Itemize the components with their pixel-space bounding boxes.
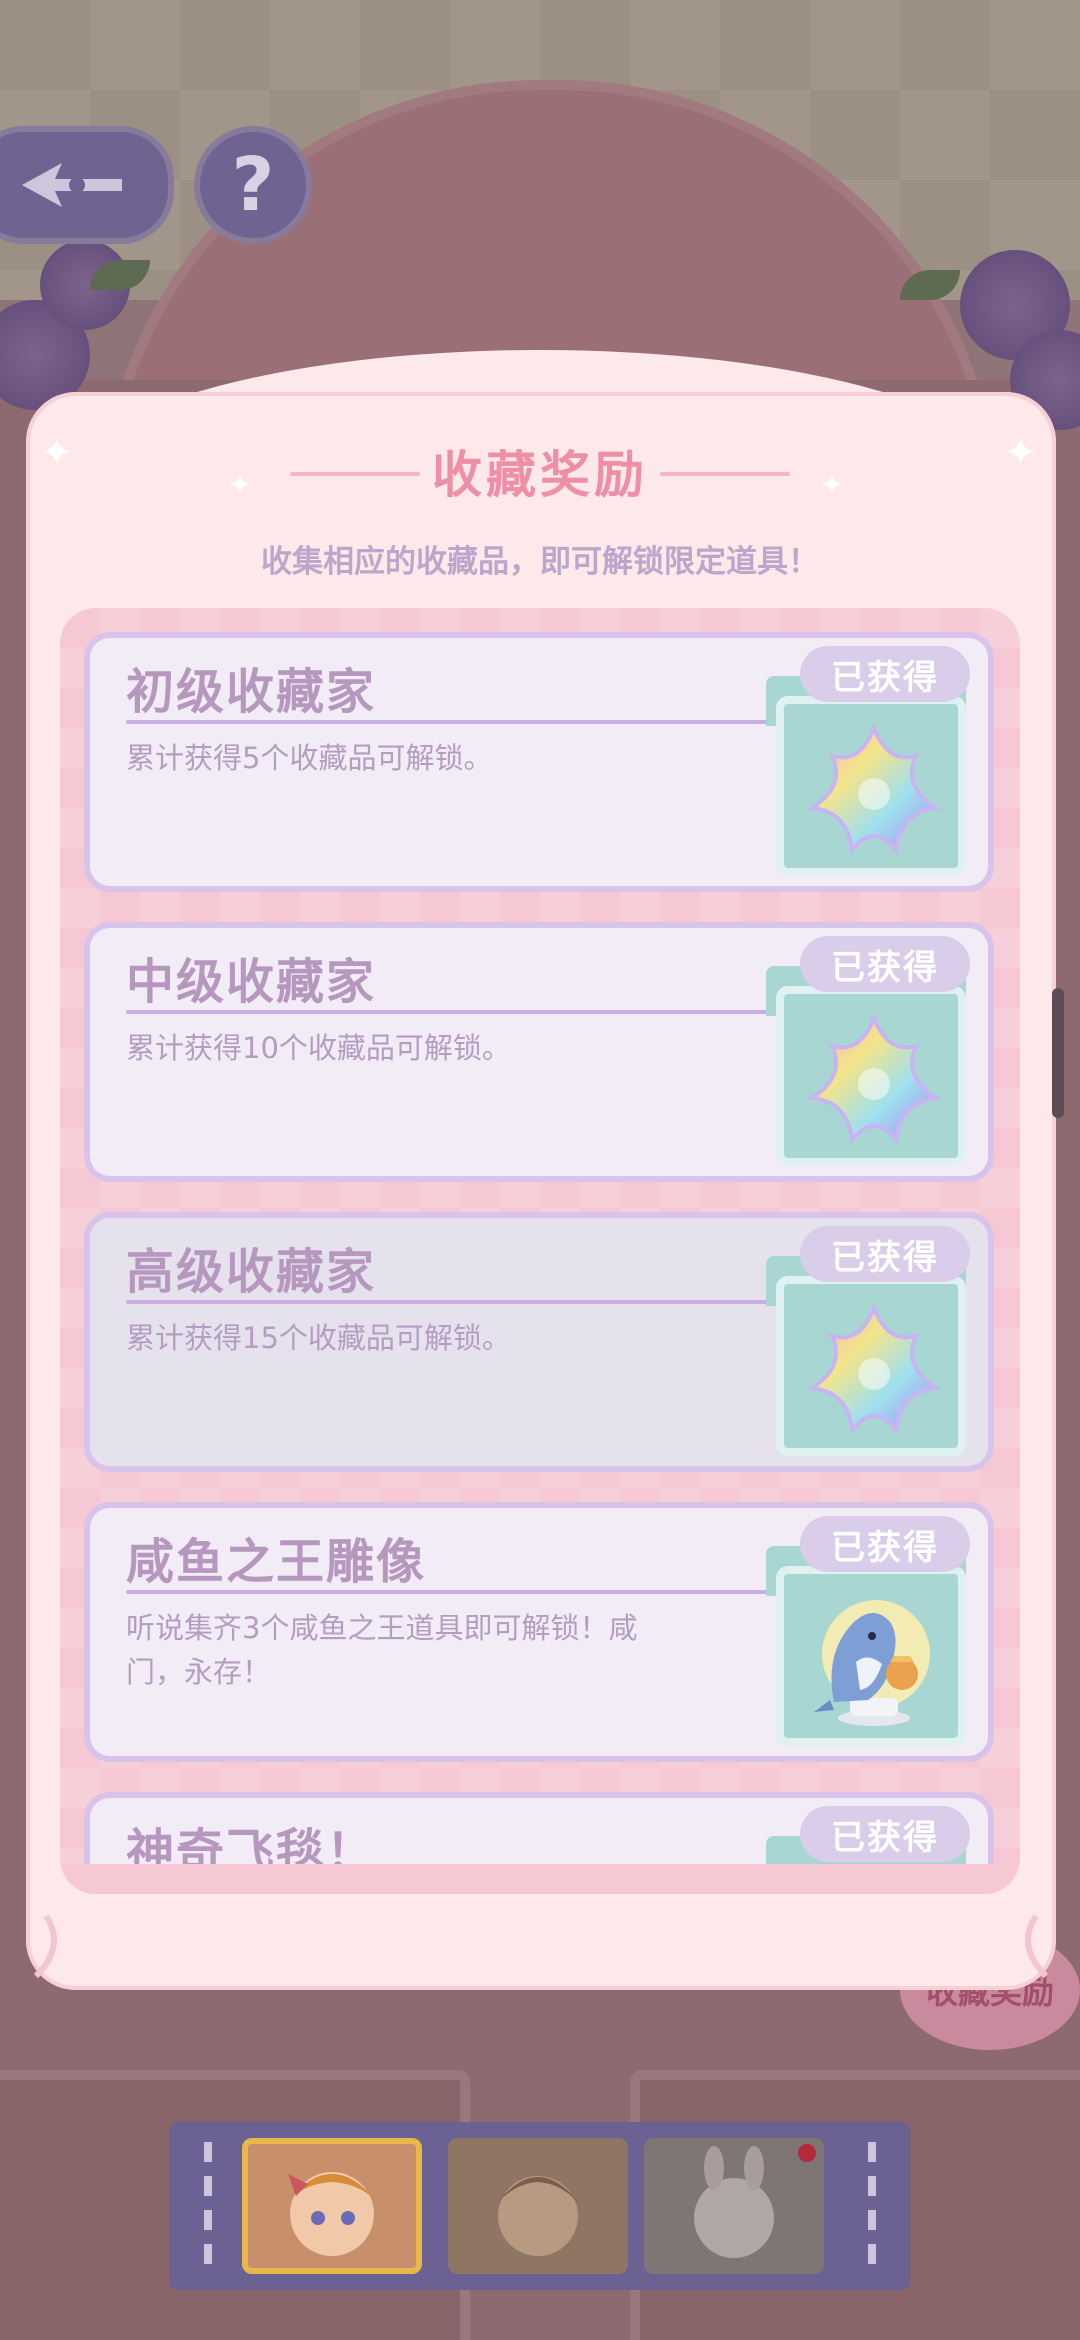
reward-title: 咸鱼之王雕像	[126, 1534, 427, 1590]
reward-card-intermediate-collector[interactable]: 中级收藏家 累计获得10个收藏品可解锁。 已获得	[84, 922, 994, 1182]
reward-card-advanced-collector[interactable]: 高级收藏家 累计获得15个收藏品可解锁。 已获得	[84, 1212, 994, 1472]
title-divider	[126, 1300, 786, 1304]
character-portrait-bunny-icon	[644, 2138, 824, 2274]
game-screen: ? 收藏奖励 ✦ ✦ ✦ ✦ 收藏奖励 收集相应的收藏品，即可解锁限定道具！ 初…	[0, 0, 1080, 2340]
rainbow-star-icon	[806, 1302, 942, 1436]
rainbow-star-icon	[806, 722, 942, 856]
reward-list-scroll[interactable]: 初级收藏家 累计获得5个收藏品可解锁。 已获得 中级收藏家 累计获得10个收藏品…	[60, 608, 1020, 1874]
reward-card-salted-fish-statue[interactable]: 咸鱼之王雕像 听说集齐3个咸鱼之王道具即可解锁！咸门，永存！ 已获得	[84, 1502, 994, 1762]
reward-card-magic-carpet[interactable]: 神奇飞毯！ 已获得	[84, 1792, 994, 1874]
character-portrait-boy-icon	[448, 2138, 628, 2274]
character-portrait-girl-icon	[248, 2144, 416, 2268]
obtained-badge: 已获得	[800, 1226, 970, 1282]
back-button[interactable]	[0, 126, 174, 244]
obtained-badge: 已获得	[800, 646, 970, 702]
obtained-badge: 已获得	[800, 936, 970, 992]
reward-list[interactable]: 初级收藏家 累计获得5个收藏品可解锁。 已获得 中级收藏家 累计获得10个收藏品…	[60, 608, 1020, 1894]
title-divider	[126, 1010, 786, 1014]
reward-list-scrollbar[interactable]	[1052, 988, 1064, 1118]
reward-description: 累计获得10个收藏品可解锁。	[126, 1031, 511, 1065]
salted-fish-statue-icon	[814, 1600, 930, 1726]
reward-title: 初级收藏家	[126, 664, 377, 720]
obtained-badge: 已获得	[800, 1806, 970, 1862]
title-divider	[126, 720, 786, 724]
character-slot-selected[interactable]	[242, 2138, 422, 2274]
film-strip-edge	[868, 2142, 876, 2270]
reward-list-bottom-edge	[60, 1864, 1020, 1894]
reward-description: 听说集齐3个咸鱼之王道具即可解锁！咸门，永存！	[126, 1611, 638, 1689]
reward-title: 中级收藏家	[126, 954, 377, 1010]
dialog-title: 收藏奖励	[432, 446, 648, 504]
question-mark-icon: ?	[231, 142, 275, 228]
film-strip-edge	[204, 2142, 212, 2270]
reward-title: 高级收藏家	[126, 1244, 377, 1300]
dialog-bottom-ornament	[33, 1914, 1049, 1979]
rainbow-star-icon	[806, 1012, 942, 1146]
reward-card-beginner-collector[interactable]: 初级收藏家 累计获得5个收藏品可解锁。 已获得	[84, 632, 994, 892]
obtained-badge: 已获得	[800, 1516, 970, 1572]
character-slot[interactable]	[448, 2138, 628, 2274]
character-selector-bar	[170, 2122, 910, 2290]
character-slot[interactable]	[644, 2138, 824, 2274]
reward-item-frame	[776, 696, 966, 876]
reward-item-frame	[776, 1276, 966, 1456]
title-divider	[126, 1590, 786, 1594]
dialog-subtitle: 收集相应的收藏品，即可解锁限定道具！	[261, 544, 819, 580]
back-arrow-icon	[22, 163, 122, 207]
reward-item-frame	[776, 1566, 966, 1746]
reward-item-frame	[776, 986, 966, 1166]
notification-dot	[798, 2144, 816, 2162]
reward-description: 累计获得5个收藏品可解锁。	[126, 741, 493, 775]
help-button[interactable]: ?	[194, 126, 312, 244]
reward-description: 累计获得15个收藏品可解锁。	[126, 1321, 511, 1355]
